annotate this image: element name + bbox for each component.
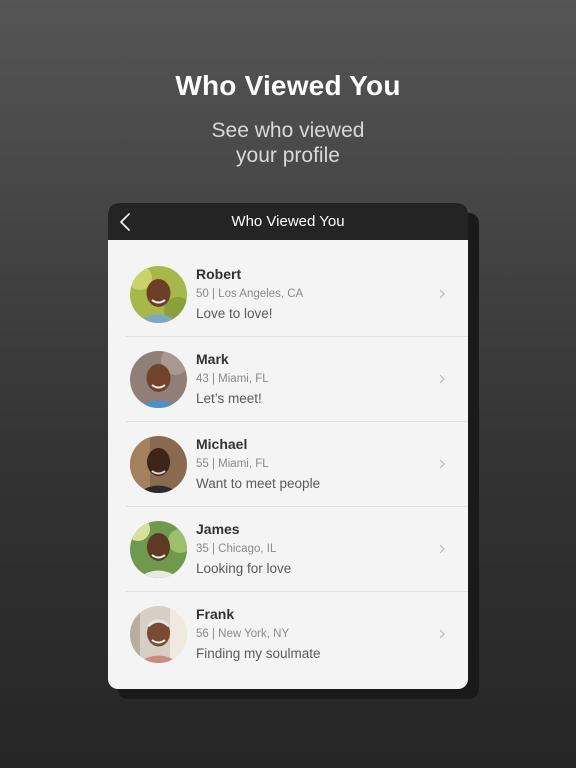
nav-title: Who Viewed You [231, 213, 345, 230]
viewer-details: 50 | Los Angeles, CA [196, 288, 304, 300]
viewer-row-mark[interactable]: Mark 43 | Miami, FL Let’s meet! [108, 337, 468, 422]
viewer-name: Robert [196, 266, 242, 282]
viewer-details: 43 | Miami, FL [196, 373, 269, 385]
viewer-row-michael[interactable]: Michael 55 | Miami, FL Want to meet peop… [108, 422, 468, 507]
viewer-name: James [196, 521, 240, 537]
viewer-tagline: Finding my soulmate [196, 646, 321, 661]
viewer-row-robert[interactable]: Robert 50 | Los Angeles, CA Love to love… [108, 252, 468, 337]
avatar [130, 266, 187, 323]
viewer-row-james[interactable]: James 35 | Chicago, IL Looking for love [108, 507, 468, 592]
viewer-name: Mark [196, 351, 229, 367]
viewer-name: Frank [196, 606, 235, 622]
viewer-row-frank[interactable]: Frank 56 | New York, NY Finding my soulm… [108, 592, 468, 677]
viewer-details: 56 | New York, NY [196, 628, 290, 640]
avatar [130, 436, 187, 493]
promo-subtitle-line-1: See who viewed [211, 119, 365, 142]
viewer-list: Robert 50 | Los Angeles, CA Love to love… [108, 240, 468, 677]
promo-subtitle: See who viewed your profile [0, 118, 576, 168]
viewer-details: 35 | Chicago, IL [196, 543, 277, 555]
avatar [130, 606, 187, 663]
chevron-right-icon [438, 288, 446, 300]
device-screen: Who Viewed You Robert 50 | Los Angeles, … [108, 203, 468, 689]
avatar [130, 521, 187, 578]
promo-title: Who Viewed You [175, 70, 401, 101]
chevron-right-icon [438, 373, 446, 385]
chevron-right-icon [438, 628, 446, 640]
viewer-details: 55 | Miami, FL [196, 458, 269, 470]
viewer-tagline: Looking for love [196, 561, 292, 576]
viewer-name: Michael [196, 436, 248, 452]
chevron-right-icon [438, 458, 446, 470]
promo-subtitle-line-2: your profile [236, 144, 340, 167]
navigation-bar: Who Viewed You [108, 203, 468, 240]
viewer-tagline: Let’s meet! [196, 391, 262, 406]
chevron-right-icon [438, 543, 446, 555]
viewer-tagline: Want to meet people [196, 476, 321, 491]
avatar [130, 351, 187, 408]
viewer-tagline: Love to love! [196, 306, 273, 321]
